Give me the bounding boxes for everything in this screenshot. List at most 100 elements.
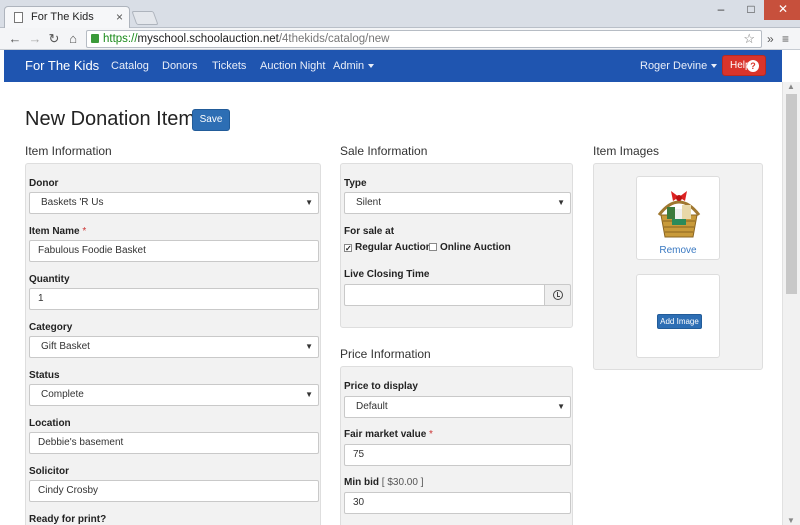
brand-link[interactable]: For The Kids bbox=[25, 58, 99, 73]
close-tab-icon[interactable]: × bbox=[116, 10, 123, 24]
page-title: New Donation Item bbox=[25, 108, 196, 130]
location-input[interactable]: Debbie's basement bbox=[29, 432, 319, 454]
maximize-icon[interactable]: □ bbox=[736, 0, 766, 20]
nav-tickets[interactable]: Tickets bbox=[212, 60, 246, 72]
donor-label: Donor bbox=[29, 178, 59, 189]
min-bid-label-text: Min bid bbox=[344, 477, 379, 488]
help-icon: ? bbox=[747, 60, 759, 72]
url-input[interactable]: https://myschool.schoolauction.net/4thek… bbox=[86, 30, 762, 48]
dropdown-arrow-icon: ▼ bbox=[305, 390, 313, 399]
new-tab-button[interactable] bbox=[131, 11, 159, 25]
min-bid-input[interactable]: 30 bbox=[344, 492, 571, 514]
window-close-icon[interactable]: ✕ bbox=[764, 0, 800, 20]
category-select[interactable]: Gift Basket ▼ bbox=[29, 336, 319, 358]
status-value: Complete bbox=[41, 389, 84, 400]
checkbox-checked-icon[interactable]: ✓ bbox=[344, 244, 352, 253]
menu-icon[interactable]: ≡ bbox=[782, 30, 789, 48]
help-button[interactable]: Help ? bbox=[722, 55, 766, 76]
nav-admin[interactable]: Admin bbox=[333, 60, 375, 72]
item-information-heading: Item Information bbox=[25, 144, 112, 158]
browser-tab-bar: For The Kids × – □ ✕ bbox=[0, 0, 800, 28]
dropdown-arrow-icon: ▼ bbox=[557, 402, 565, 411]
bookmark-star-icon[interactable]: ☆ bbox=[743, 31, 755, 47]
status-label: Status bbox=[29, 370, 60, 381]
quantity-label: Quantity bbox=[29, 274, 70, 285]
back-icon[interactable]: ← bbox=[6, 30, 24, 48]
solicitor-input[interactable]: Cindy Crosby bbox=[29, 480, 319, 502]
image-card: Remove bbox=[636, 176, 720, 260]
clock-icon bbox=[553, 290, 563, 300]
nav-catalog[interactable]: Catalog bbox=[111, 60, 149, 72]
dropdown-arrow-icon: ▼ bbox=[305, 198, 313, 207]
type-label: Type bbox=[344, 178, 367, 189]
save-button[interactable]: Save bbox=[192, 109, 230, 131]
forward-icon[interactable]: → bbox=[26, 30, 44, 48]
type-select[interactable]: Silent ▼ bbox=[344, 192, 571, 214]
scrollbar-thumb[interactable] bbox=[786, 94, 797, 294]
app-navbar: For The Kids Catalog Donors Tickets Auct… bbox=[4, 50, 782, 82]
price-information-panel: Price to display Default ▼ Fair market v… bbox=[340, 366, 573, 525]
live-closing-time-input[interactable] bbox=[344, 284, 545, 306]
category-value: Gift Basket bbox=[41, 341, 90, 352]
item-images-heading: Item Images bbox=[593, 144, 660, 158]
fair-market-value-input[interactable]: 75 bbox=[344, 444, 571, 466]
sale-information-heading: Sale Information bbox=[340, 144, 428, 158]
nav-donors[interactable]: Donors bbox=[162, 60, 197, 72]
live-closing-time-label: Live Closing Time bbox=[344, 269, 430, 280]
online-auction-checkbox[interactable]: Online Auction bbox=[429, 242, 511, 253]
item-information-panel: Donor Baskets 'R Us ▼ Item Name * Fabulo… bbox=[25, 163, 321, 525]
ready-for-print-label: Ready for print? bbox=[29, 514, 107, 525]
price-to-display-select[interactable]: Default ▼ bbox=[344, 396, 571, 418]
solicitor-label: Solicitor bbox=[29, 466, 70, 477]
nav-admin-label: Admin bbox=[333, 60, 365, 72]
item-name-label: Item Name * bbox=[29, 226, 86, 237]
chevron-down-icon bbox=[711, 64, 718, 69]
min-bid-note: [ $30.00 ] bbox=[381, 477, 424, 488]
status-select[interactable]: Complete ▼ bbox=[29, 384, 319, 406]
remove-image-link[interactable]: Remove bbox=[637, 245, 719, 256]
time-picker-button[interactable] bbox=[544, 284, 571, 306]
dropdown-arrow-icon: ▼ bbox=[305, 342, 313, 351]
item-name-input[interactable]: Fabulous Foodie Basket bbox=[29, 240, 319, 262]
user-name: Roger Devine bbox=[640, 60, 708, 72]
url-scheme: https:// bbox=[103, 33, 138, 45]
gift-basket-image bbox=[657, 191, 701, 238]
checkbox-unchecked-icon[interactable] bbox=[429, 243, 437, 251]
quantity-input[interactable]: 1 bbox=[29, 288, 319, 310]
price-information-heading: Price Information bbox=[340, 347, 431, 361]
type-value: Silent bbox=[356, 197, 382, 208]
add-image-card: Add Image bbox=[636, 274, 720, 358]
home-icon[interactable]: ⌂ bbox=[64, 30, 82, 48]
donor-select[interactable]: Baskets 'R Us ▼ bbox=[29, 192, 319, 214]
location-label: Location bbox=[29, 418, 71, 429]
price-to-display-value: Default bbox=[356, 401, 388, 412]
scroll-up-icon[interactable]: ▲ bbox=[787, 82, 795, 91]
lock-icon bbox=[91, 34, 99, 43]
reload-icon[interactable]: ↻ bbox=[45, 30, 63, 48]
regular-auction-checkbox[interactable]: ✓ Regular Auction bbox=[344, 242, 432, 253]
item-name-label-text: Item Name bbox=[29, 226, 80, 237]
page-scrollbar[interactable]: ▲ ▼ bbox=[782, 82, 800, 525]
url-host: myschool.schoolauction.net bbox=[137, 33, 279, 45]
required-mark: * bbox=[429, 429, 433, 440]
category-label: Category bbox=[29, 322, 73, 333]
browser-tab-title: For The Kids bbox=[31, 11, 94, 23]
add-image-button[interactable]: Add Image bbox=[657, 314, 702, 329]
min-bid-label: Min bid [ $30.00 ] bbox=[344, 477, 423, 488]
page-content: New Donation Item Save Item Information … bbox=[4, 82, 782, 525]
minimize-icon[interactable]: – bbox=[706, 0, 736, 20]
address-bar: ← → ↻ ⌂ https://myschool.schoolauction.n… bbox=[0, 28, 800, 50]
price-to-display-label: Price to display bbox=[344, 381, 418, 392]
chevron-down-icon bbox=[368, 64, 375, 69]
user-menu[interactable]: Roger Devine bbox=[640, 60, 718, 72]
required-mark: * bbox=[82, 226, 87, 237]
fair-market-value-label: Fair market value * bbox=[344, 429, 433, 440]
browser-tab[interactable]: For The Kids × bbox=[4, 6, 130, 28]
scroll-down-icon[interactable]: ▼ bbox=[787, 516, 795, 525]
page-icon bbox=[14, 12, 23, 23]
extensions-icon[interactable]: » bbox=[767, 30, 774, 48]
dropdown-arrow-icon: ▼ bbox=[557, 198, 565, 207]
item-images-panel: Remove Add Image bbox=[593, 163, 763, 370]
nav-auction-night[interactable]: Auction Night bbox=[260, 60, 325, 72]
for-sale-at-label: For sale at bbox=[344, 226, 395, 237]
